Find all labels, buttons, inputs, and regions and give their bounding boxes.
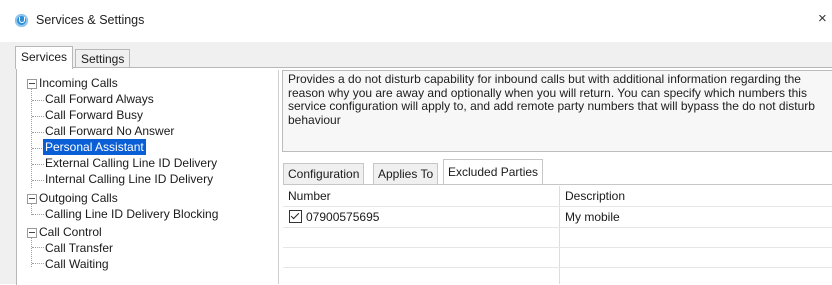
- services-tree[interactable]: Incoming Calls Call Forward Always Call …: [22, 70, 279, 284]
- row-divider: [283, 206, 832, 207]
- tree-node-call-forward-busy[interactable]: Call Forward Busy: [45, 107, 143, 123]
- tree-node-outgoing-calls[interactable]: Outgoing Calls: [39, 190, 118, 206]
- excluded-parties-grid[interactable]: [283, 184, 832, 285]
- tree-node-call-control[interactable]: Call Control: [39, 224, 102, 240]
- app-logo-icon: [15, 14, 28, 27]
- row-divider: [283, 267, 832, 268]
- party-number: 07900575695: [306, 210, 380, 224]
- tree-node-incoming-calls[interactable]: Incoming Calls: [39, 75, 118, 91]
- tree-node-call-transfer[interactable]: Call Transfer: [45, 240, 113, 256]
- row-divider: [283, 227, 832, 228]
- tree-node-internal-calling-line-id[interactable]: Internal Calling Line ID Delivery: [45, 171, 213, 187]
- tree-node-personal-assistant[interactable]: Personal Assistant: [43, 139, 146, 155]
- collapse-icon[interactable]: [27, 79, 37, 89]
- party-description[interactable]: My mobile: [565, 209, 620, 225]
- tab-applies-to[interactable]: Applies To: [373, 163, 439, 185]
- tab-configuration[interactable]: Configuration: [283, 163, 365, 185]
- tree-node-call-forward-no-answer[interactable]: Call Forward No Answer: [45, 123, 174, 139]
- table-row[interactable]: 07900575695: [289, 209, 379, 225]
- window-title: Services & Settings: [36, 13, 145, 27]
- column-divider: [559, 186, 560, 284]
- collapse-icon[interactable]: [27, 228, 37, 238]
- tree-node-call-forward-always[interactable]: Call Forward Always: [45, 91, 154, 107]
- tab-excluded-parties[interactable]: Excluded Parties: [443, 159, 544, 184]
- collapse-icon[interactable]: [27, 194, 37, 204]
- tab-services[interactable]: Services: [15, 46, 74, 69]
- service-description: Provides a do not disturb capability for…: [282, 70, 832, 152]
- tree-node-external-calling-line-id[interactable]: External Calling Line ID Delivery: [45, 155, 217, 171]
- row-checkbox[interactable]: [289, 210, 302, 223]
- column-header-description[interactable]: Description: [565, 189, 625, 203]
- tab-settings[interactable]: Settings: [75, 49, 131, 69]
- row-divider: [283, 247, 832, 248]
- column-header-number[interactable]: Number: [288, 189, 331, 203]
- tree-node-call-waiting[interactable]: Call Waiting: [45, 256, 109, 272]
- close-icon[interactable]: ×: [818, 10, 827, 27]
- tree-node-calling-line-id-blocking[interactable]: Calling Line ID Delivery Blocking: [45, 206, 218, 222]
- title-bar: Services & Settings ×: [0, 0, 832, 42]
